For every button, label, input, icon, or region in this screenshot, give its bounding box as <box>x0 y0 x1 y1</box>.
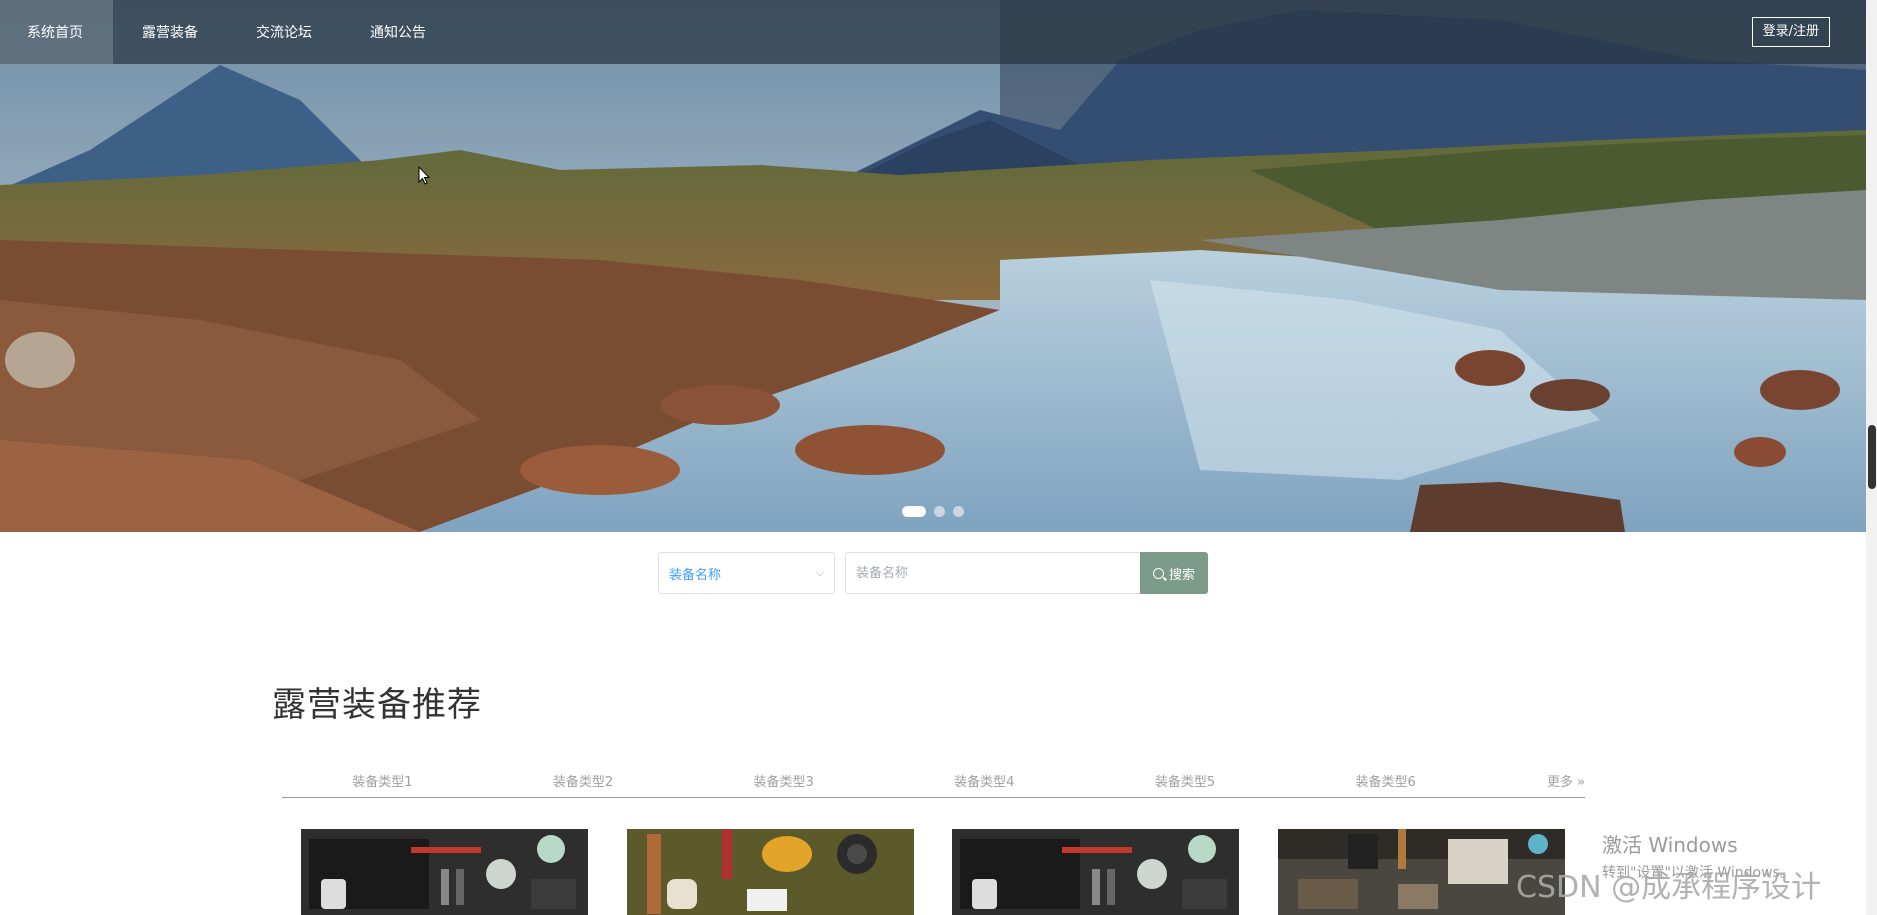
login-register-button[interactable]: 登录/注册 <box>1751 17 1830 47</box>
tab-gear-type-1[interactable]: 装备类型1 <box>282 771 483 790</box>
nav-item-label: 露营装备 <box>142 25 198 41</box>
nav-item-label: 交流论坛 <box>256 25 312 41</box>
section-title: 露营装备推荐 <box>272 685 482 725</box>
hero-banner[interactable] <box>0 0 1866 532</box>
scrollbar-thumb[interactable] <box>1868 425 1876 489</box>
nav-item-forum[interactable]: 交流论坛 <box>227 0 341 64</box>
activation-title: 激活 Windows <box>1602 833 1738 857</box>
carousel-dot-2[interactable] <box>934 506 945 517</box>
nav-item-notices[interactable]: 通知公告 <box>341 0 455 64</box>
product-card[interactable] <box>627 829 914 915</box>
nav-item-label: 系统首页 <box>27 25 83 41</box>
tab-gear-type-4[interactable]: 装备类型4 <box>884 771 1085 790</box>
product-image <box>952 829 1239 915</box>
search-button[interactable]: 搜索 <box>1140 552 1208 594</box>
nav-item-home[interactable]: 系统首页 <box>0 0 113 64</box>
nav-item-camping-gear[interactable]: 露营装备 <box>113 0 227 64</box>
chevron-down-icon: ⌵ <box>815 566 824 579</box>
product-card[interactable] <box>301 829 588 915</box>
product-image <box>301 829 588 915</box>
banner-image <box>0 0 1866 532</box>
carousel-indicators <box>902 506 964 517</box>
more-link[interactable]: 更多 » <box>1486 771 1585 790</box>
tab-gear-type-5[interactable]: 装备类型5 <box>1085 771 1286 790</box>
tab-gear-type-6[interactable]: 装备类型6 <box>1285 771 1486 790</box>
category-tabs: 装备类型1 装备类型2 装备类型3 装备类型4 装备类型5 装备类型6 更多 » <box>282 764 1585 798</box>
carousel-dot-3[interactable] <box>953 506 964 517</box>
search-icon <box>1152 567 1164 579</box>
csdn-watermark: CSDN @成承程序设计 <box>1516 870 1822 905</box>
search-input[interactable] <box>845 552 1141 594</box>
search-field-value: 装备名称 <box>669 567 722 583</box>
tab-gear-type-3[interactable]: 装备类型3 <box>683 771 884 790</box>
search-field-select[interactable]: 装备名称 ⌵ <box>658 552 835 594</box>
tab-gear-type-2[interactable]: 装备类型2 <box>483 771 684 790</box>
product-image <box>627 829 914 915</box>
product-card[interactable] <box>952 829 1239 915</box>
top-navbar: 系统首页 露营装备 交流论坛 通知公告 登录/注册 <box>0 0 1866 64</box>
nav-item-label: 通知公告 <box>370 25 426 41</box>
mouse-cursor-icon <box>418 166 430 185</box>
page-scrollbar[interactable] <box>1866 0 1877 915</box>
search-button-label: 搜索 <box>1168 567 1195 583</box>
carousel-dot-1[interactable] <box>902 506 926 517</box>
